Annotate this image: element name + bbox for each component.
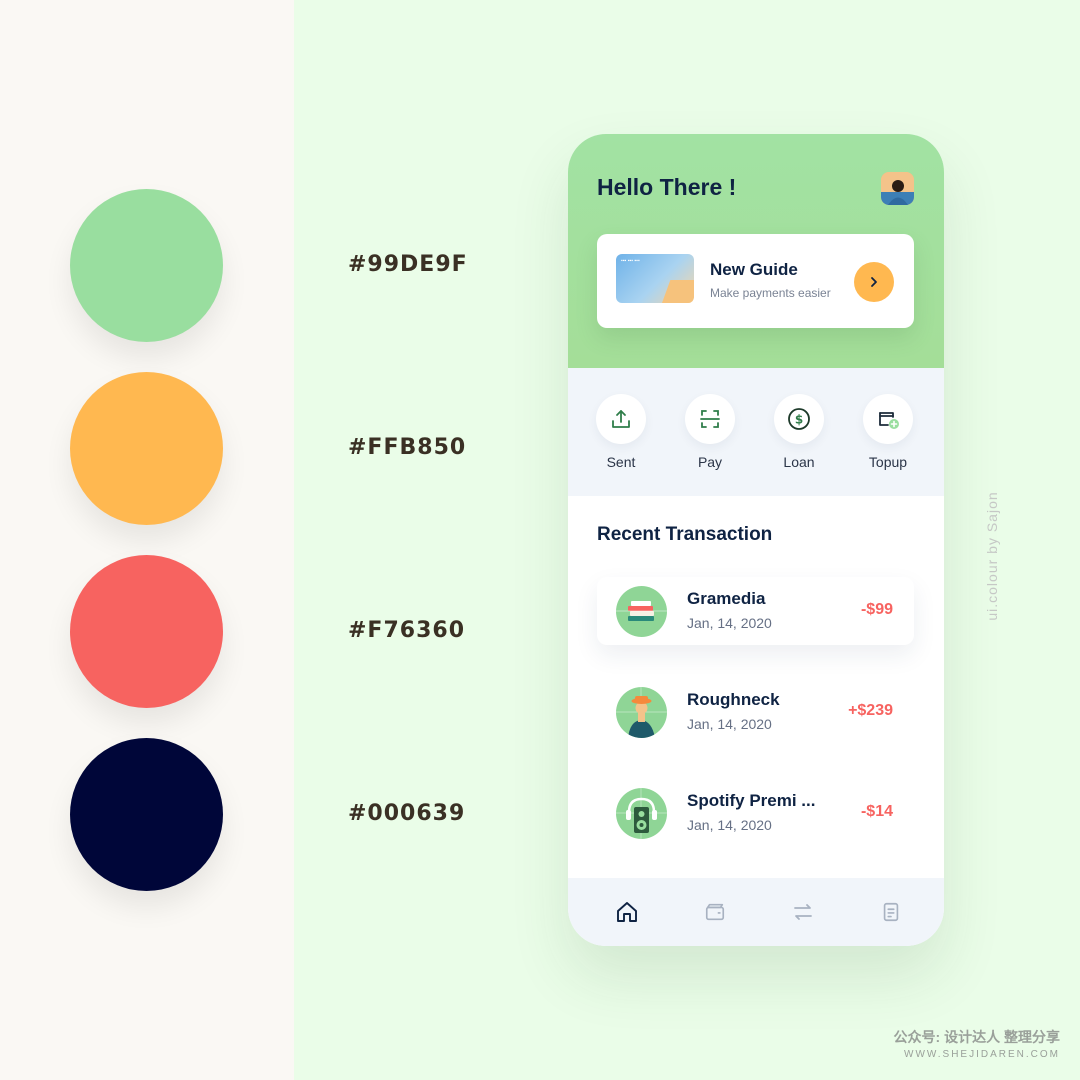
transaction-amount: -$14: [860, 803, 893, 820]
action-sent[interactable]: Sent: [585, 394, 657, 470]
hex-label-green: #99DE9F: [348, 252, 468, 277]
dollar-coin-icon: $: [788, 408, 810, 430]
guide-subtitle: Make payments easier: [710, 286, 831, 300]
transaction-name: Spotify Premi ...: [687, 791, 816, 810]
watermark-line1: 公众号: 设计达人 整理分享: [893, 1029, 1060, 1045]
hex-label-navy: #000639: [348, 801, 466, 826]
action-topup-label: Topup: [868, 454, 908, 470]
credit-card-image: ▪▪▪ ▪▪▪ ▪▪▪: [616, 254, 694, 303]
greeting-title: Hello There !: [597, 174, 737, 200]
new-guide-card[interactable]: ▪▪▪ ▪▪▪ ▪▪▪ New Guide Make payments easi…: [597, 234, 914, 328]
hex-label-red: #F76360: [348, 618, 465, 643]
document-icon: [883, 902, 899, 922]
watermark: 公众号: 设计达人 整理分享 WWW.SHEJIDAREN.COM: [894, 1027, 1060, 1060]
user-avatar[interactable]: [881, 172, 914, 205]
transfer-icon: [794, 904, 812, 920]
swatch-red: [70, 555, 223, 708]
header-area: Hello There ! ▪▪▪ ▪▪▪ ▪▪▪ New Guide Make…: [568, 134, 944, 368]
action-loan-label: Loan: [783, 454, 815, 470]
upload-icon: [612, 410, 630, 428]
credit-text: ui.colour by Sajon: [984, 491, 1000, 621]
headphones-speaker-icon: [616, 788, 667, 839]
nav-document[interactable]: [873, 894, 909, 930]
home-icon: [617, 902, 637, 922]
action-topup[interactable]: Topup: [852, 394, 924, 470]
transaction-row[interactable]: Roughneck Jan, 14, 2020 +$239: [597, 678, 914, 746]
nav-home[interactable]: [609, 894, 645, 930]
swatch-orange: [70, 372, 223, 525]
transaction-date: Jan, 14, 2020: [687, 615, 772, 631]
action-loan[interactable]: $ Loan: [763, 394, 835, 470]
guide-title: New Guide: [710, 260, 798, 279]
swatch-navy: [70, 738, 223, 891]
action-sent-label: Sent: [606, 454, 636, 470]
transaction-amount: -$99: [860, 601, 893, 618]
person-hat-icon: [616, 687, 667, 738]
guide-arrow-button[interactable]: [854, 262, 894, 302]
transaction-date: Jan, 14, 2020: [687, 716, 772, 732]
recent-transaction-title: Recent Transaction: [597, 524, 773, 545]
action-pay[interactable]: Pay: [674, 394, 746, 470]
swatch-green: [70, 189, 223, 342]
transaction-row[interactable]: Spotify Premi ... Jan, 14, 2020 -$14: [597, 779, 914, 847]
hex-label-orange: #FFB850: [348, 435, 467, 460]
quick-actions: Sent Pay $ Loan Topup: [568, 368, 944, 496]
transaction-amount: +$239: [848, 702, 893, 719]
transaction-date: Jan, 14, 2020: [687, 817, 772, 833]
action-pay-label: Pay: [697, 454, 723, 470]
wallet-plus-icon: [879, 412, 899, 429]
books-icon: [616, 586, 667, 637]
nav-wallet[interactable]: [697, 894, 733, 930]
wallet-icon: [705, 903, 725, 921]
bottom-nav: [568, 878, 944, 946]
svg-text:$: $: [795, 413, 803, 427]
nav-transfer[interactable]: [785, 894, 821, 930]
phone-mockup: Hello There ! ▪▪▪ ▪▪▪ ▪▪▪ New Guide Make…: [568, 134, 944, 946]
transaction-row[interactable]: Gramedia Jan, 14, 2020 -$99: [597, 577, 914, 645]
chevron-right-icon: [871, 277, 877, 287]
transaction-name: Roughneck: [687, 690, 780, 709]
palette-panel: [0, 0, 294, 1080]
watermark-line2: WWW.SHEJIDAREN.COM: [904, 1049, 1060, 1060]
scan-icon: [700, 410, 720, 428]
transaction-name: Gramedia: [687, 589, 766, 608]
